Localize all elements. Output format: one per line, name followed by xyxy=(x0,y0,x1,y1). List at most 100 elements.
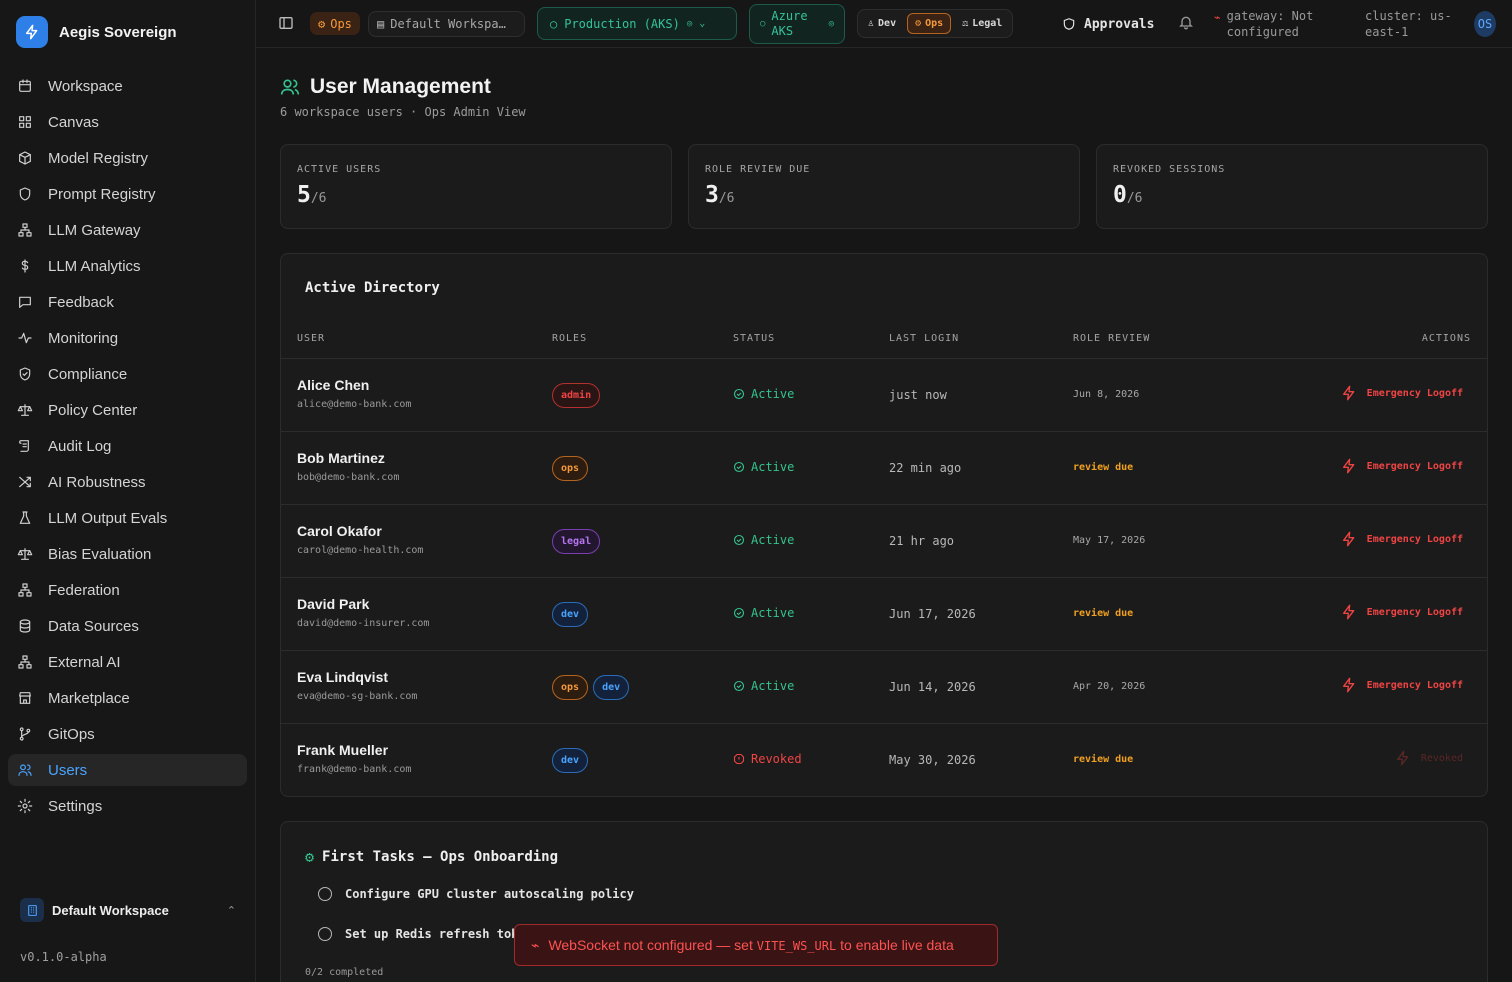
pulse-icon xyxy=(16,329,34,347)
status-text: Revoked xyxy=(751,752,802,766)
sidebar-item-data-sources[interactable]: Data Sources xyxy=(8,610,247,642)
role-badge-label: Ops xyxy=(330,16,352,31)
sidebar-item-model-registry[interactable]: Model Registry xyxy=(8,142,247,174)
sidebar-item-label: Settings xyxy=(48,797,103,815)
role-badge[interactable]: ⚙ Ops xyxy=(310,12,360,35)
status-badge: Revoked xyxy=(733,752,802,766)
sidebar-item-label: Marketplace xyxy=(48,689,130,707)
sidebar-item-ai-robustness[interactable]: AI Robustness xyxy=(8,466,247,498)
task-label: Configure GPU cluster autoscaling policy xyxy=(345,887,634,901)
task-item[interactable]: Configure GPU cluster autoscaling policy xyxy=(318,887,634,901)
table-row[interactable]: Eva Lindqvist eva@demo-sg-bank.com ops dev A… xyxy=(281,651,1487,724)
table-header: USER ROLES STATUS LAST LOGIN ROLE REVIEW… xyxy=(281,318,1487,359)
table-row[interactable]: David Park david@demo-insurer.com dev Activ… xyxy=(281,578,1487,651)
approvals-label: Approvals xyxy=(1084,16,1155,32)
environment-label: Production (AKS) xyxy=(564,16,680,31)
sidebar-item-audit-log[interactable]: Audit Log xyxy=(8,430,247,462)
sidebar-item-label: Users xyxy=(48,761,88,779)
role-tag: ops xyxy=(552,675,589,700)
user-name: David Park xyxy=(297,596,370,612)
sidebar-item-federation[interactable]: Federation xyxy=(8,574,247,606)
page-title: User Management xyxy=(310,75,491,98)
sidebar-item-label: Prompt Registry xyxy=(48,185,156,203)
page-subtitle: 6 workspace users · Ops Admin View xyxy=(280,105,526,119)
building-icon xyxy=(20,898,44,922)
sidebar-item-external-ai[interactable]: External AI xyxy=(8,646,247,678)
table-row[interactable]: Frank Mueller frank@demo-bank.com dev Revok… xyxy=(281,724,1487,796)
table-row[interactable]: Bob Martinez bob@demo-bank.com ops Active 22… xyxy=(281,432,1487,505)
emergency-logoff-button[interactable]: Emergency Logoff xyxy=(1341,604,1463,620)
emergency-logoff-button[interactable]: Emergency Logoff xyxy=(1341,385,1463,401)
sidebar-item-label: LLM Output Evals xyxy=(48,509,168,527)
user-email: carol@demo-health.com xyxy=(297,545,424,556)
calendar-icon xyxy=(16,77,34,95)
network-icon xyxy=(16,653,34,671)
check-circle-icon xyxy=(733,607,745,619)
role-ops-button[interactable]: ⚙ Ops xyxy=(907,13,952,34)
sidebar-item-users[interactable]: Users xyxy=(8,754,247,786)
git-branch-icon xyxy=(16,725,34,743)
role-label: Dev xyxy=(878,18,897,29)
sidebar-item-canvas[interactable]: Canvas xyxy=(8,106,247,138)
chat-icon xyxy=(16,293,34,311)
sidebar-item-marketplace[interactable]: Marketplace xyxy=(8,682,247,714)
workspace-selector[interactable]: ▤ Default Workspa… xyxy=(368,11,525,37)
cloud-provider-badge[interactable]: ○ Azure AKS ◎ xyxy=(749,4,845,44)
status-badge: Active xyxy=(733,460,794,474)
sidebar-item-label: Workspace xyxy=(48,77,123,95)
emergency-logoff-button[interactable]: Emergency Logoff xyxy=(1341,677,1463,693)
role-dev-button[interactable]: ♙ Dev xyxy=(861,13,903,34)
role-review: review due xyxy=(1073,608,1134,619)
sidebar-nav: Workspace Canvas Model Registry Prompt Regi… xyxy=(8,70,247,826)
cube-icon xyxy=(16,149,34,167)
role-legal-button[interactable]: ⚖ Legal xyxy=(955,13,1009,34)
sidebar-item-llm-analytics[interactable]: LLM Analytics xyxy=(8,250,247,282)
table-row[interactable]: Alice Chen alice@demo-bank.com admin Active… xyxy=(281,359,1487,432)
wifi-off-icon: ⌁ xyxy=(531,936,540,953)
cloud-provider-line2: AKS xyxy=(771,24,794,38)
toast-message: WebSocket not configured — set VITE_WS_U… xyxy=(548,937,953,953)
workspace-switcher[interactable]: Default Workspace ⌃ xyxy=(12,894,244,926)
emergency-logoff-button[interactable]: Emergency Logoff xyxy=(1341,531,1463,547)
shield-icon xyxy=(1063,18,1075,30)
sidebar-toggle-icon[interactable] xyxy=(278,15,294,31)
last-login: Jun 17, 2026 xyxy=(889,607,976,621)
sidebar-item-compliance[interactable]: Compliance xyxy=(8,358,247,390)
sidebar-item-settings[interactable]: Settings xyxy=(8,790,247,822)
stat-label: REVOKED SESSIONS xyxy=(1113,164,1226,175)
bolt-icon xyxy=(1396,750,1409,766)
task-checkbox[interactable] xyxy=(318,927,332,941)
sidebar-item-label: Policy Center xyxy=(48,401,138,419)
role-tags: dev xyxy=(552,602,589,627)
websocket-toast: ⌁ WebSocket not configured — set VITE_WS… xyxy=(514,924,998,966)
sidebar-item-feedback[interactable]: Feedback xyxy=(8,286,247,318)
role-legal-icon: ⚖ xyxy=(962,18,969,29)
check-circle-icon xyxy=(733,461,745,473)
sidebar-item-gitops[interactable]: GitOps xyxy=(8,718,247,750)
approvals-button[interactable]: Approvals xyxy=(1062,14,1154,34)
sidebar-item-bias-evaluation[interactable]: Bias Evaluation xyxy=(8,538,247,570)
role-tags: legal xyxy=(552,529,601,554)
sidebar-item-prompt-registry[interactable]: Prompt Registry xyxy=(8,178,247,210)
role-review: May 17, 2026 xyxy=(1073,535,1146,546)
bolt-icon xyxy=(1342,604,1355,620)
table-row[interactable]: Carol Okafor carol@demo-health.com legal Ac… xyxy=(281,505,1487,578)
brand[interactable]: Aegis Sovereign xyxy=(16,16,177,48)
status-badge: Active xyxy=(733,679,794,693)
environment-selector[interactable]: ○ Production (AKS) ◎ ⌄ xyxy=(537,7,737,40)
action-label: Emergency Logoff xyxy=(1366,533,1463,545)
sidebar-item-label: GitOps xyxy=(48,725,95,743)
shield-check-icon xyxy=(16,365,34,383)
sidebar-item-llm-gateway[interactable]: LLM Gateway xyxy=(8,214,247,246)
user-name: Eva Lindqvist xyxy=(297,669,389,685)
sidebar-item-workspace[interactable]: Workspace xyxy=(8,70,247,102)
role-tag: ops xyxy=(552,456,589,481)
avatar[interactable]: OS xyxy=(1474,11,1496,37)
sidebar-item-policy-center[interactable]: Policy Center xyxy=(8,394,247,426)
bell-icon[interactable] xyxy=(1178,14,1194,30)
workspace-selector-label: Default Workspa… xyxy=(390,17,506,31)
sidebar-item-llm-output-evals[interactable]: LLM Output Evals xyxy=(8,502,247,534)
emergency-logoff-button[interactable]: Emergency Logoff xyxy=(1341,458,1463,474)
task-checkbox[interactable] xyxy=(318,887,332,901)
sidebar-item-monitoring[interactable]: Monitoring xyxy=(8,322,247,354)
